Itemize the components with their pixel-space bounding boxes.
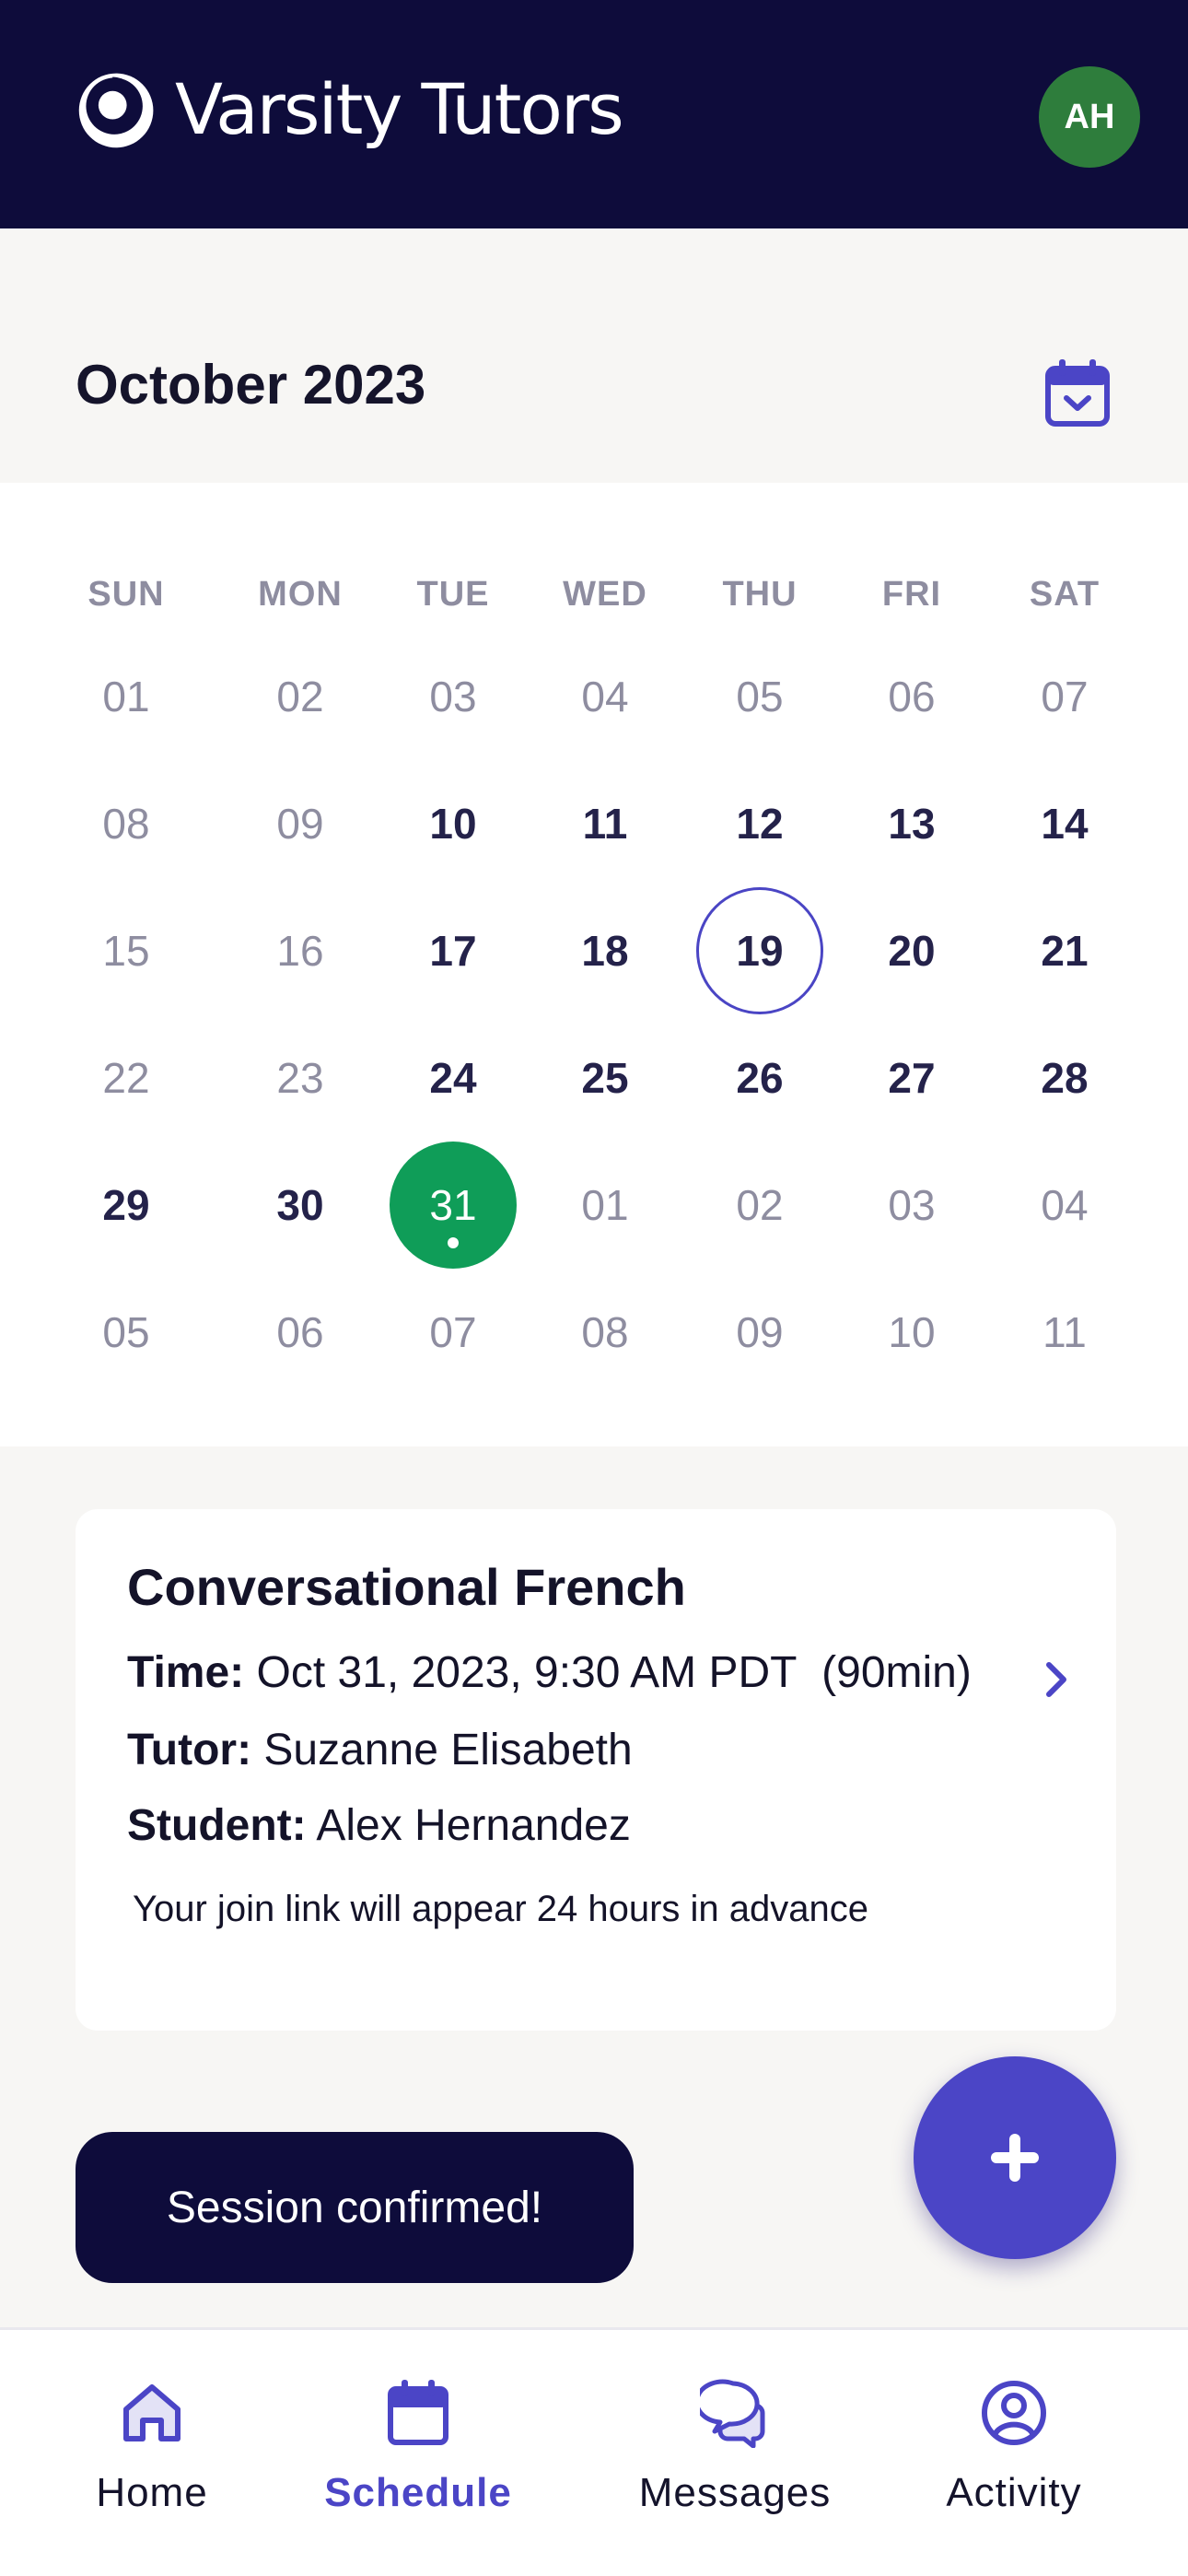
day-number: 31 xyxy=(429,1181,477,1229)
calendar-day[interactable]: 21 xyxy=(1001,887,1128,1014)
calendar-day[interactable]: 20 xyxy=(848,887,975,1014)
calendar-day[interactable]: 05 xyxy=(63,1269,190,1396)
calendar-day[interactable]: 16 xyxy=(237,887,364,1014)
calendar-day[interactable]: 11 xyxy=(1001,1269,1128,1396)
session-duration: (90min) xyxy=(821,1648,972,1697)
bottom-navigation: Home Schedule Messages Activity xyxy=(0,2327,1188,2576)
brand-logo[interactable]: Varsity Tutors xyxy=(74,64,624,153)
weekday-label: THU xyxy=(722,575,798,614)
calendar-week: 05 06 07 08 09 10 11 xyxy=(0,1269,1188,1396)
calendar-day[interactable]: 01 xyxy=(63,633,190,760)
user-circle-icon xyxy=(982,2381,1046,2445)
month-title: October 2023 xyxy=(76,354,426,416)
session-time: Time: Oct 31, 2023, 9:30 AM PDT (90min) xyxy=(127,1647,972,1698)
nav-schedule[interactable]: Schedule xyxy=(298,2378,538,2553)
calendar-day[interactable]: 18 xyxy=(542,887,669,1014)
calendar-day[interactable]: 17 xyxy=(390,887,517,1014)
weekday-label: TUE xyxy=(416,575,490,614)
home-icon xyxy=(123,2384,181,2441)
calendar-day[interactable]: 15 xyxy=(63,887,190,1014)
calendar-day[interactable]: 23 xyxy=(237,1014,364,1142)
calendar-day[interactable]: 14 xyxy=(1001,760,1128,887)
nav-activity-label: Activity xyxy=(946,2470,1082,2515)
calendar-day[interactable]: 24 xyxy=(390,1014,517,1142)
calendar-day[interactable]: 27 xyxy=(848,1014,975,1142)
tutor-name: Suzanne Elisabeth xyxy=(263,1726,633,1774)
weekday-header: SUN MON TUE WED THU FRI SAT xyxy=(0,553,1188,636)
avatar-initials: AH xyxy=(1064,97,1115,136)
calendar-day[interactable]: 28 xyxy=(1001,1014,1128,1142)
calendar-week: 08 09 10 11 12 13 14 xyxy=(0,760,1188,887)
session-card[interactable]: Conversational French Time: Oct 31, 2023… xyxy=(76,1509,1116,2031)
nav-home-label: Home xyxy=(96,2470,208,2515)
weekday-label: SUN xyxy=(87,575,165,614)
student-name: Alex Hernandez xyxy=(316,1801,631,1850)
calendar-day[interactable]: 01 xyxy=(542,1142,669,1269)
calendar-day[interactable]: 02 xyxy=(696,1142,823,1269)
calendar-week: 15 16 17 18 19 20 21 xyxy=(0,887,1188,1014)
chat-icon xyxy=(700,2379,765,2448)
brand-name: Varsity Tutors xyxy=(175,67,624,150)
toast-message: Session confirmed! xyxy=(166,2183,543,2232)
session-student: Student: Alex Hernandez xyxy=(127,1800,631,1851)
calendar-day[interactable]: 08 xyxy=(63,760,190,887)
month-header: October 2023 xyxy=(0,228,1188,483)
calendar-grid: SUN MON TUE WED THU FRI SAT 01 02 03 04 … xyxy=(0,483,1188,1446)
nav-schedule-label: Schedule xyxy=(324,2470,512,2515)
calendar-day[interactable]: 09 xyxy=(696,1269,823,1396)
calendar-day[interactable]: 03 xyxy=(848,1142,975,1269)
calendar-day[interactable]: 30 xyxy=(237,1142,364,1269)
calendar-day[interactable]: 02 xyxy=(237,633,364,760)
nav-activity[interactable]: Activity xyxy=(894,2378,1134,2553)
user-avatar[interactable]: AH xyxy=(1039,66,1140,168)
calendar-day[interactable]: 05 xyxy=(696,633,823,760)
calendar-day[interactable]: 22 xyxy=(63,1014,190,1142)
calendar-day[interactable]: 09 xyxy=(237,760,364,887)
calendar-day[interactable]: 04 xyxy=(1001,1142,1128,1269)
calendar-day[interactable]: 11 xyxy=(542,760,669,887)
time-value: Oct 31, 2023, 9:30 AM PDT xyxy=(256,1648,798,1697)
calendar-picker-icon[interactable] xyxy=(1044,357,1111,427)
session-dot-icon xyxy=(448,1237,459,1248)
calendar-day[interactable]: 03 xyxy=(390,633,517,760)
calendar-day[interactable]: 10 xyxy=(848,1269,975,1396)
nav-home[interactable]: Home xyxy=(32,2378,272,2553)
nav-messages-label: Messages xyxy=(638,2470,832,2515)
calendar-day[interactable]: 29 xyxy=(63,1142,190,1269)
join-link-note: Your join link will appear 24 hours in a… xyxy=(133,1889,869,1929)
confirmation-toast: Session confirmed! xyxy=(76,2132,634,2283)
calendar-day[interactable]: 26 xyxy=(696,1014,823,1142)
session-title: Conversational French xyxy=(127,1558,686,1616)
calendar-day[interactable]: 08 xyxy=(542,1269,669,1396)
weekday-label: WED xyxy=(563,575,647,614)
weekday-label: SAT xyxy=(1029,575,1101,614)
weekday-label: MON xyxy=(258,575,343,614)
calendar-day[interactable]: 07 xyxy=(1001,633,1128,760)
session-tutor: Tutor: Suzanne Elisabeth xyxy=(127,1725,633,1775)
chevron-right-icon[interactable] xyxy=(1033,1657,1079,1703)
plus-icon xyxy=(991,2134,1039,2182)
calendar-day[interactable]: 06 xyxy=(237,1269,364,1396)
calendar-week: 22 23 24 25 26 27 28 xyxy=(0,1014,1188,1142)
add-session-button[interactable] xyxy=(914,2056,1116,2259)
weekday-label: FRI xyxy=(881,575,942,614)
student-label: Student: xyxy=(127,1801,307,1850)
calendar-day[interactable]: 13 xyxy=(848,760,975,887)
calendar-day[interactable]: 07 xyxy=(390,1269,517,1396)
calendar-day[interactable]: 04 xyxy=(542,633,669,760)
calendar-day[interactable]: 25 xyxy=(542,1014,669,1142)
calendar-day[interactable]: 10 xyxy=(390,760,517,887)
calendar-day[interactable]: 06 xyxy=(848,633,975,760)
nav-messages[interactable]: Messages xyxy=(615,2378,855,2553)
calendar-day[interactable]: 12 xyxy=(696,760,823,887)
calendar-icon xyxy=(388,2380,448,2445)
calendar-day-today[interactable]: 19 xyxy=(696,887,823,1014)
time-label: Time: xyxy=(127,1648,245,1697)
calendar-week: 01 02 03 04 05 06 07 xyxy=(0,633,1188,760)
calendar-day-selected[interactable]: 31 xyxy=(390,1142,517,1269)
varsity-tutors-logo-icon xyxy=(78,73,154,148)
app-header: Varsity Tutors AH xyxy=(0,0,1188,228)
tutor-label: Tutor: xyxy=(127,1726,252,1774)
calendar-week: 29 30 31 01 02 03 04 xyxy=(0,1142,1188,1269)
